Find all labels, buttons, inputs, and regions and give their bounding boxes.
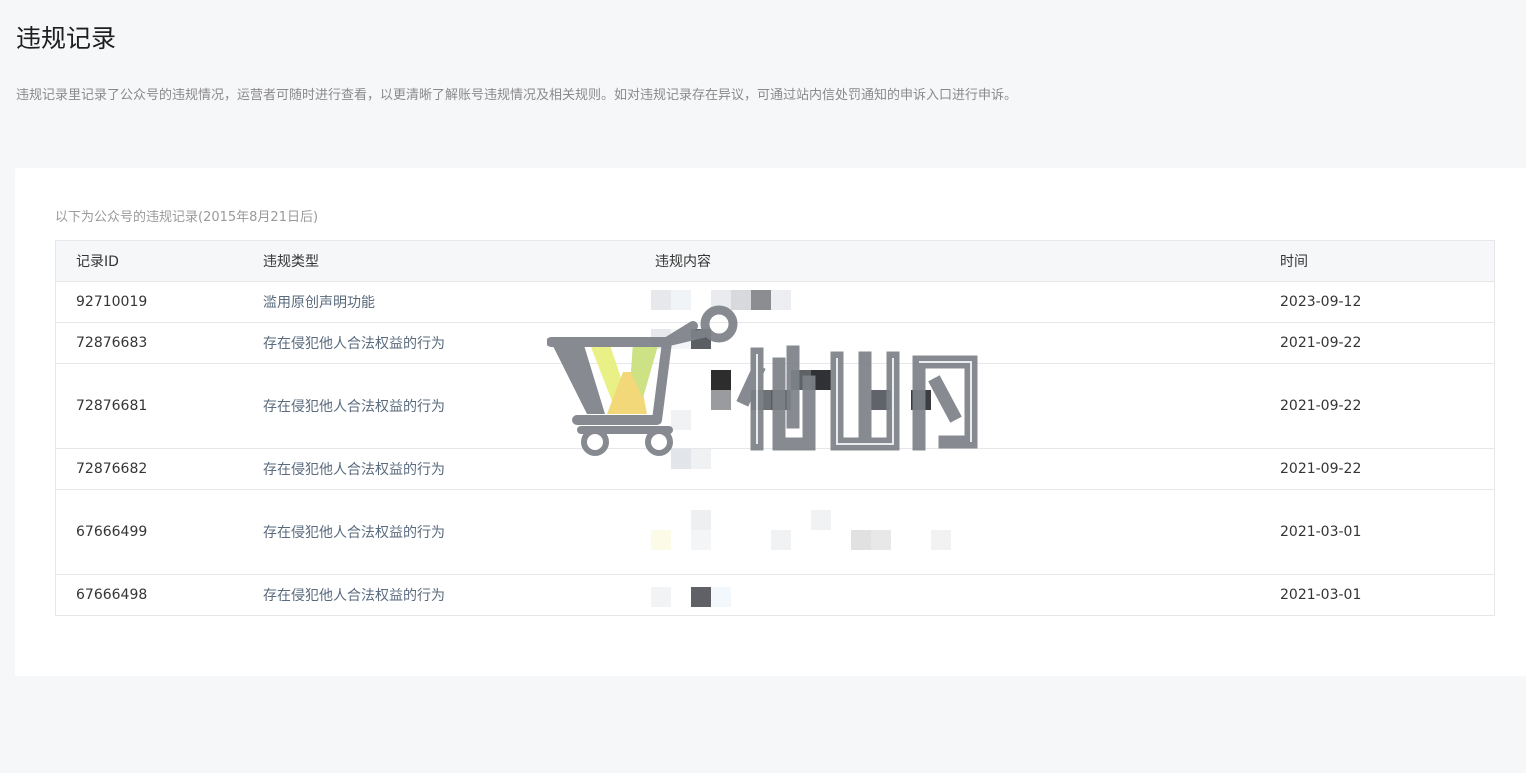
violation-type: 存在侵犯他人合法权益的行为 — [263, 462, 445, 478]
header-violation-content: 违规内容 — [655, 254, 711, 270]
record-id: 67666498 — [76, 587, 148, 603]
table-row: 67666499 存在侵犯他人合法权益的行为 2021-03-01 — [56, 490, 1494, 575]
violation-time: 2021-03-01 — [1280, 524, 1362, 540]
table-row: 72876681 存在侵犯他人合法权益的行为 2021-09-22 — [56, 364, 1494, 449]
mosaic-redaction — [651, 575, 1075, 615]
table-row: 92710019 滥用原创声明功能 2023-09-12 — [56, 282, 1494, 323]
violation-time: 2021-09-22 — [1280, 461, 1362, 477]
violation-time: 2021-09-22 — [1280, 335, 1362, 351]
violation-type: 滥用原创声明功能 — [263, 295, 375, 311]
mosaic-redaction — [655, 449, 1075, 489]
violation-type: 存在侵犯他人合法权益的行为 — [263, 525, 445, 541]
record-id: 92710019 — [76, 294, 148, 310]
record-id: 72876681 — [76, 398, 148, 414]
mosaic-redaction — [651, 323, 1075, 363]
violation-table: 记录ID 违规类型 违规内容 时间 92710019 滥用原创声明功能 2023… — [55, 240, 1495, 616]
table-row: 67666498 存在侵犯他人合法权益的行为 2021-03-01 — [56, 575, 1494, 615]
record-id: 72876683 — [76, 335, 148, 351]
mosaic-redaction — [651, 282, 1075, 322]
header-time: 时间 — [1280, 254, 1308, 270]
page-description: 违规记录里记录了公众号的违规情况，运营者可随时进行查看，以更清晰了解账号违规情况… — [16, 88, 1018, 103]
table-row: 72876683 存在侵犯他人合法权益的行为 2021-09-22 — [56, 323, 1494, 364]
mosaic-redaction — [651, 490, 1075, 574]
violation-type: 存在侵犯他人合法权益的行为 — [263, 399, 445, 415]
record-id: 67666499 — [76, 524, 148, 540]
table-row: 72876682 存在侵犯他人合法权益的行为 2021-09-22 — [56, 449, 1494, 490]
violation-time: 2023-09-12 — [1280, 294, 1362, 310]
header-violation-type: 违规类型 — [263, 254, 319, 270]
table-header: 记录ID 违规类型 违规内容 时间 — [56, 241, 1494, 282]
table-caption: 以下为公众号的违规记录(2015年8月21日后) — [55, 210, 319, 225]
page-title: 违规记录 — [16, 24, 117, 53]
violation-type: 存在侵犯他人合法权益的行为 — [263, 336, 445, 352]
mosaic-redaction — [655, 364, 1075, 448]
violation-time: 2021-09-22 — [1280, 398, 1362, 414]
violation-time: 2021-03-01 — [1280, 587, 1362, 603]
violation-type: 存在侵犯他人合法权益的行为 — [263, 588, 445, 604]
header-record-id: 记录ID — [76, 254, 119, 270]
violation-records-card: 以下为公众号的违规记录(2015年8月21日后) 记录ID 违规类型 违规内容 … — [15, 168, 1526, 676]
record-id: 72876682 — [76, 461, 148, 477]
